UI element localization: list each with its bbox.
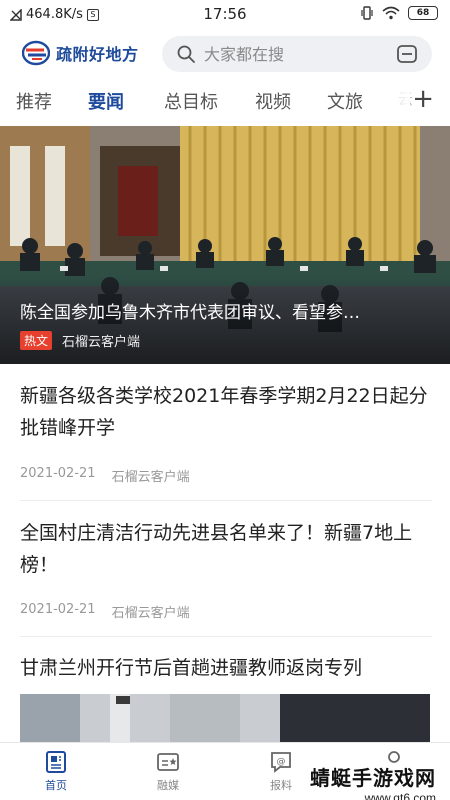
- watermark-title: 蜻蜓手游戏网: [310, 766, 436, 790]
- watermark-url: www.qt6.com: [364, 791, 436, 800]
- tab-culture-travel[interactable]: 文旅: [327, 88, 363, 114]
- svg-text:@: @: [277, 757, 286, 767]
- media-card-icon: [157, 753, 179, 771]
- logo-icon: [22, 40, 50, 66]
- news-date: 2021-02-21: [20, 466, 96, 481]
- news-source: 石榴云客户端: [111, 470, 190, 485]
- news-source: 石榴云客户端: [111, 606, 190, 621]
- news-item[interactable]: 甘肃兰州开行节后首趟进疆教师返岗专列: [20, 652, 432, 684]
- news-title[interactable]: 新疆各级各类学校2021年春季学期2月22日起分批错峰开学: [20, 380, 432, 444]
- nav-report[interactable]: @ 报料: [241, 749, 321, 793]
- tab-headlines[interactable]: 要闻: [88, 88, 124, 114]
- app-logo: 疏附好地方: [22, 40, 139, 66]
- report-chat-icon: @: [271, 752, 291, 773]
- tab-recommend[interactable]: 推荐: [16, 88, 52, 114]
- status-bar: 464.8K/s S 17:56 68: [0, 0, 450, 30]
- vibrate-icon: [361, 6, 373, 20]
- thumbnail-image: [20, 694, 430, 746]
- news-icon: [46, 751, 66, 773]
- news-meta: 2021-02-21 石榴云客户端: [20, 602, 432, 621]
- news-meta-row: 2021-02-21 石榴云客户端: [20, 602, 432, 621]
- hero-banner[interactable]: 陈全国参加乌鲁木齐市代表团审议、看望参… 热文 石榴云客户端: [0, 126, 450, 364]
- nav-label-home: 首页: [45, 779, 67, 792]
- nav-label-media: 融媒: [157, 779, 179, 792]
- news-item[interactable]: 全国村庄清洁行动先进县名单来了！新疆7地上榜！: [20, 517, 432, 581]
- divider: [20, 636, 432, 637]
- tab-video[interactable]: 视频: [255, 88, 291, 114]
- tab-fade: [380, 82, 410, 122]
- add-channel-icon[interactable]: +: [412, 86, 434, 112]
- divider: [20, 500, 432, 501]
- search-bar[interactable]: [162, 36, 432, 72]
- hero-title[interactable]: 陈全国参加乌鲁木齐市代表团审议、看望参…: [20, 298, 430, 323]
- nav-media[interactable]: 融媒: [128, 749, 208, 793]
- wifi-icon: [382, 6, 400, 20]
- news-item[interactable]: 新疆各级各类学校2021年春季学期2月22日起分批错峰开学: [20, 380, 432, 444]
- search-input[interactable]: [204, 36, 384, 72]
- status-right: 68: [360, 6, 438, 20]
- app-header: 疏附好地方: [0, 30, 450, 78]
- nav-label-report: 报料: [270, 779, 292, 792]
- hero-meta: 热文 石榴云客户端: [20, 331, 140, 350]
- search-icon: [177, 45, 195, 63]
- watermark: 蜻蜓手游戏网 www.qt6.com: [310, 762, 436, 800]
- tab-general-goal[interactable]: 总目标: [164, 88, 218, 114]
- nav-home[interactable]: 首页: [16, 749, 96, 793]
- channel-tabs: 推荐 要闻 总目标 视频 文旅 云 +: [0, 82, 450, 122]
- news-title[interactable]: 甘肃兰州开行节后首趟进疆教师返岗专列: [20, 652, 432, 684]
- news-meta: 2021-02-21 石榴云客户端: [20, 466, 432, 485]
- news-meta-row: 2021-02-21 石榴云客户端: [20, 466, 432, 485]
- news-thumbnail[interactable]: [20, 694, 430, 746]
- hero-source: 石榴云客户端: [62, 335, 141, 350]
- news-title[interactable]: 全国村庄清洁行动先进县名单来了！新疆7地上榜！: [20, 517, 432, 581]
- news-date: 2021-02-21: [20, 602, 96, 617]
- battery-icon: 68: [408, 6, 438, 20]
- hot-tag: 热文: [20, 331, 53, 350]
- app-name: 疏附好地方: [56, 45, 139, 64]
- scan-icon[interactable]: [396, 44, 418, 64]
